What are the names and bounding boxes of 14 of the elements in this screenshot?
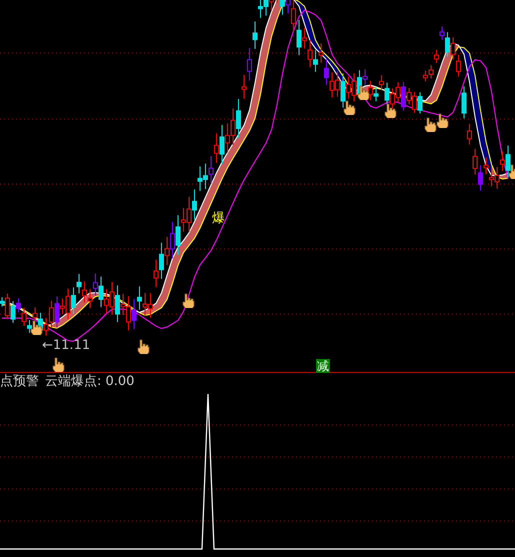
price-label: ←11.11: [42, 338, 90, 353]
signal-label: 爆: [212, 210, 225, 228]
hand-icon: [436, 113, 449, 128]
indicator-title: 点预警: [0, 373, 39, 391]
hand-icon: [343, 100, 356, 115]
signal-badge: 减: [316, 359, 330, 373]
hand-icon: [52, 357, 65, 372]
hand-icon: [30, 320, 43, 335]
hand-icon: [424, 117, 437, 132]
hand-icon: [182, 293, 195, 308]
hand-icon: [137, 339, 150, 354]
hand-icon: [357, 85, 370, 100]
indicator-value: 云端爆点: 0.00: [45, 373, 134, 391]
hand-icon: [384, 103, 397, 118]
